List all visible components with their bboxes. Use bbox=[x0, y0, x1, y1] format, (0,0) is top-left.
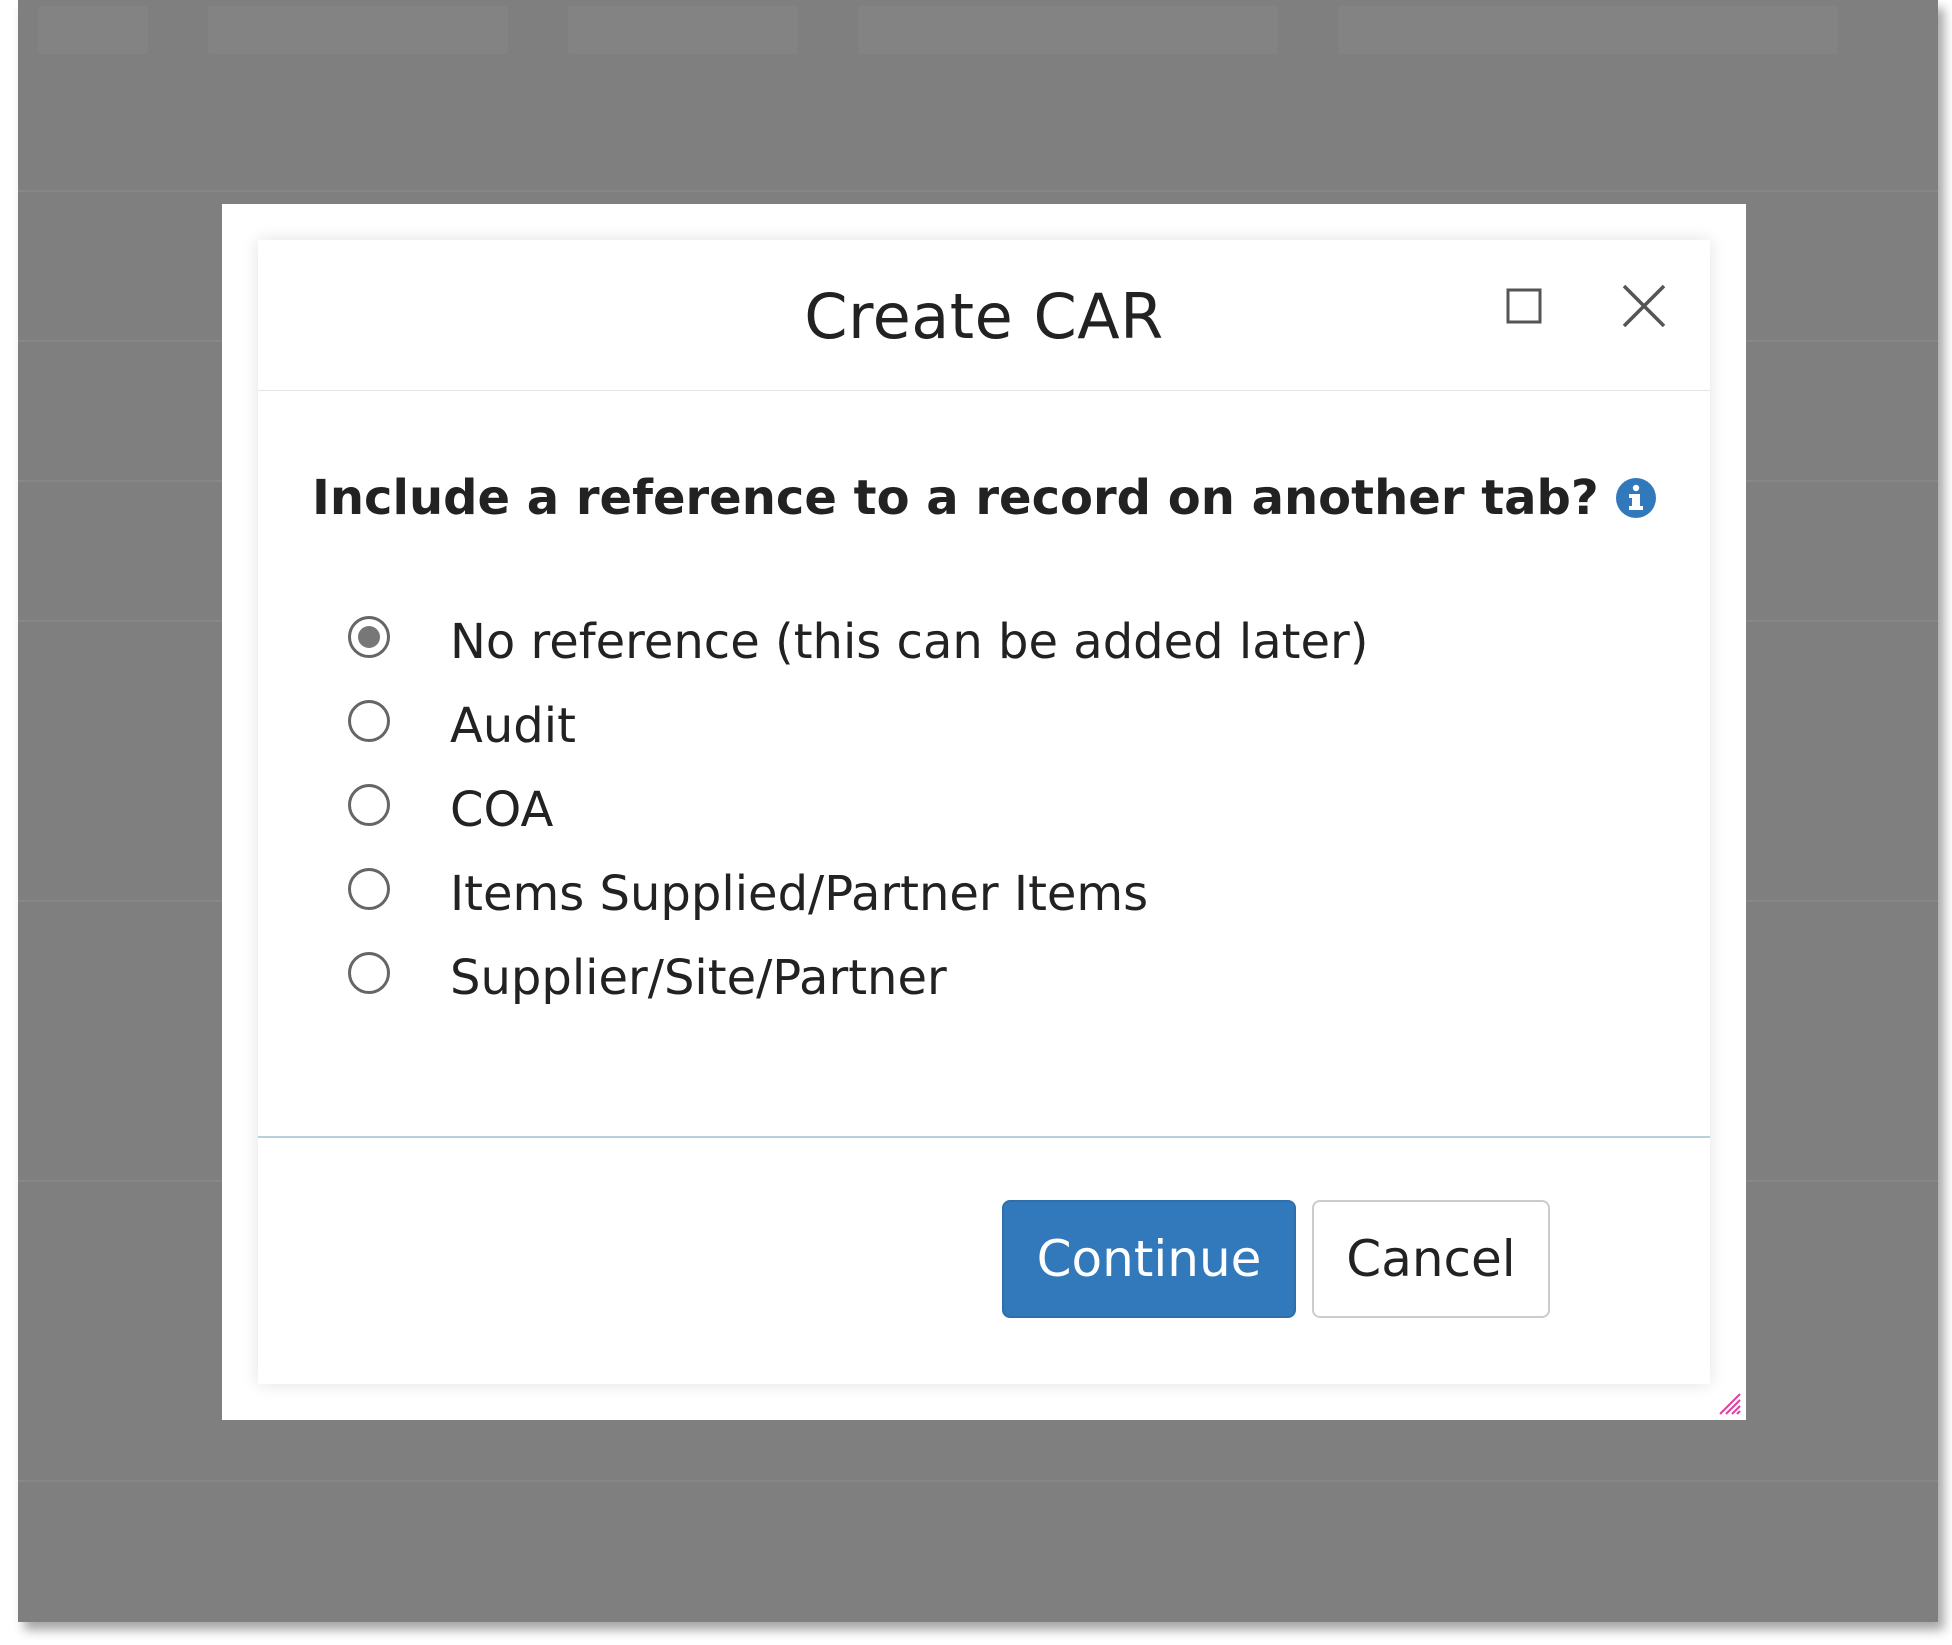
option-coa[interactable]: COA bbox=[348, 768, 1368, 852]
cancel-button[interactable]: Cancel bbox=[1312, 1200, 1550, 1318]
option-items-supplied[interactable]: Items Supplied/Partner Items bbox=[348, 852, 1368, 936]
info-icon[interactable] bbox=[1615, 477, 1657, 519]
option-no-reference[interactable]: No reference (this can be added later) bbox=[348, 600, 1368, 684]
dialog-footer: Continue Cancel bbox=[258, 1136, 1710, 1386]
option-label: No reference (this can be added later) bbox=[450, 614, 1369, 670]
option-audit[interactable]: Audit bbox=[348, 684, 1368, 768]
option-label: Supplier/Site/Partner bbox=[450, 950, 947, 1006]
background-header-cell bbox=[208, 6, 508, 54]
radio-items-supplied[interactable] bbox=[348, 868, 390, 910]
maximize-button[interactable] bbox=[1494, 276, 1554, 336]
dialog-body: Include a reference to a record on anoth… bbox=[258, 390, 1710, 1140]
create-car-dialog: Create CAR Include a reference to a reco… bbox=[222, 204, 1746, 1420]
background-header-cell bbox=[38, 6, 148, 54]
radio-coa[interactable] bbox=[348, 784, 390, 826]
maximize-icon bbox=[1506, 288, 1542, 324]
close-button[interactable] bbox=[1614, 276, 1674, 336]
option-label: Items Supplied/Partner Items bbox=[450, 866, 1149, 922]
radio-audit[interactable] bbox=[348, 700, 390, 742]
background-header-cell bbox=[568, 6, 798, 54]
background-header-cell bbox=[858, 6, 1278, 54]
option-label: COA bbox=[450, 782, 554, 838]
continue-button[interactable]: Continue bbox=[1002, 1200, 1296, 1318]
reference-options: No reference (this can be added later) A… bbox=[348, 600, 1368, 1020]
option-label: Audit bbox=[450, 698, 576, 754]
dialog-header: Create CAR bbox=[258, 240, 1710, 391]
dialog-title: Create CAR bbox=[804, 280, 1164, 353]
background-table-header bbox=[18, 0, 1938, 60]
radio-no-reference[interactable] bbox=[348, 616, 390, 658]
dialog-panel: Create CAR Include a reference to a reco… bbox=[258, 240, 1710, 1384]
resize-handle-icon[interactable] bbox=[1716, 1390, 1742, 1416]
background-row-divider bbox=[18, 190, 1938, 192]
reference-question: Include a reference to a record on anoth… bbox=[312, 470, 1657, 526]
option-supplier-site-partner[interactable]: Supplier/Site/Partner bbox=[348, 936, 1368, 1020]
background-row-divider bbox=[18, 1480, 1938, 1482]
close-icon bbox=[1622, 284, 1666, 328]
background-header-cell bbox=[1338, 6, 1838, 54]
radio-supplier-site-partner[interactable] bbox=[348, 952, 390, 994]
reference-question-text: Include a reference to a record on anoth… bbox=[312, 470, 1599, 526]
